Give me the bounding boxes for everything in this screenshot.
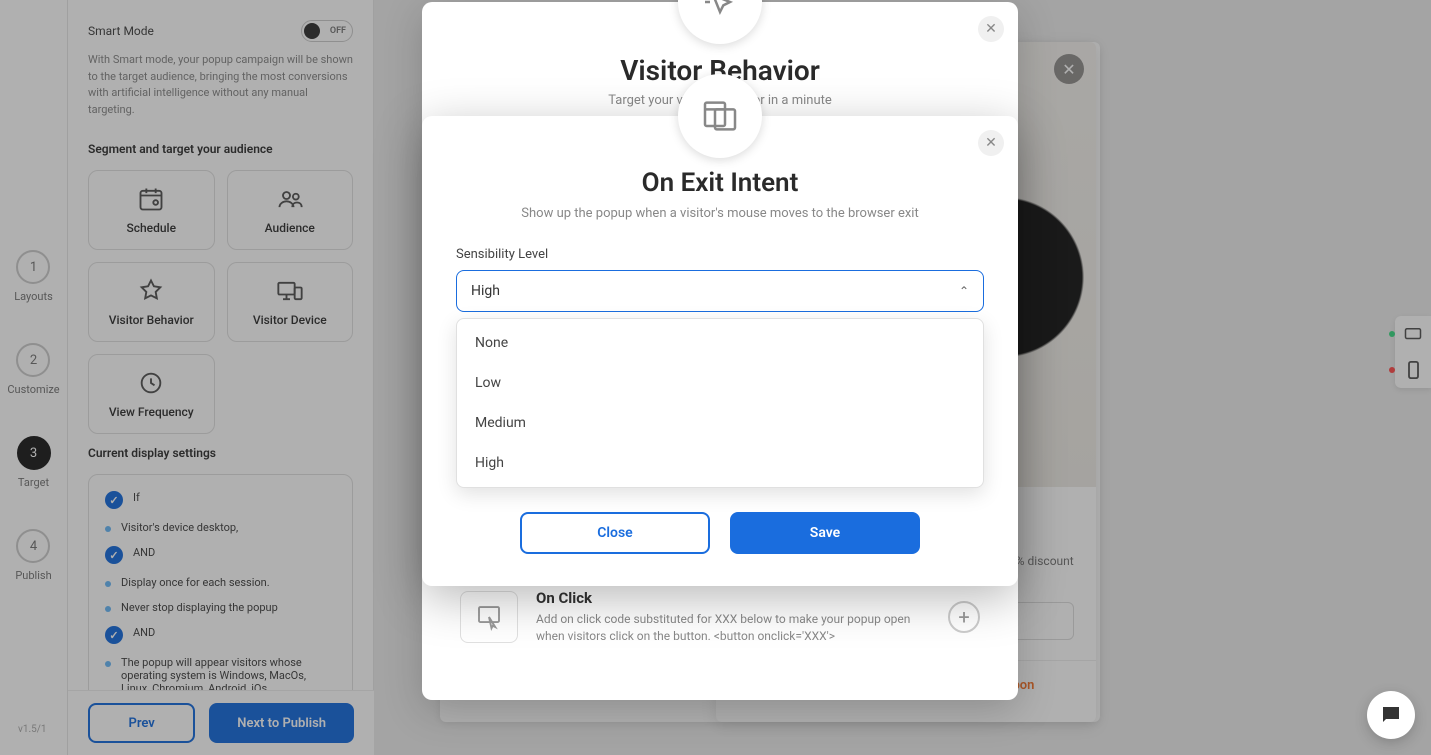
- option-desc: Add on click code substituted for XXX be…: [536, 611, 930, 645]
- chat-widget-button[interactable]: [1367, 691, 1415, 739]
- pointer-icon: [474, 602, 504, 632]
- sensibility-select[interactable]: High ⌃: [456, 270, 984, 312]
- option-low[interactable]: Low: [457, 363, 983, 403]
- save-button[interactable]: Save: [730, 512, 920, 554]
- modal-close-button[interactable]: ✕: [978, 16, 1004, 42]
- sensibility-label: Sensibility Level: [456, 247, 984, 262]
- modal-close-button[interactable]: ✕: [978, 130, 1004, 156]
- option-title: On Click: [536, 589, 930, 607]
- chat-icon: [1379, 703, 1403, 727]
- sensibility-dropdown: None Low Medium High: [456, 318, 984, 488]
- option-none[interactable]: None: [457, 323, 983, 363]
- modal-subtitle: Show up the popup when a visitor's mouse…: [422, 206, 1018, 221]
- browser-exit-icon: [700, 96, 740, 136]
- chevron-up-icon: ⌃: [959, 284, 969, 298]
- close-button[interactable]: Close: [520, 512, 710, 554]
- cursor-click-icon: [700, 0, 740, 22]
- modal-title: On Exit Intent: [422, 168, 1018, 198]
- option-medium[interactable]: Medium: [457, 403, 983, 443]
- select-value: High: [471, 283, 500, 299]
- modal-icon-bubble: [678, 0, 762, 44]
- option-thumb-icon: [460, 591, 518, 643]
- exit-intent-modal: ✕ On Exit Intent Show up the popup when …: [422, 116, 1018, 586]
- option-high[interactable]: High: [457, 443, 983, 483]
- modal-icon-bubble: [678, 74, 762, 158]
- add-option-button[interactable]: +: [948, 601, 980, 633]
